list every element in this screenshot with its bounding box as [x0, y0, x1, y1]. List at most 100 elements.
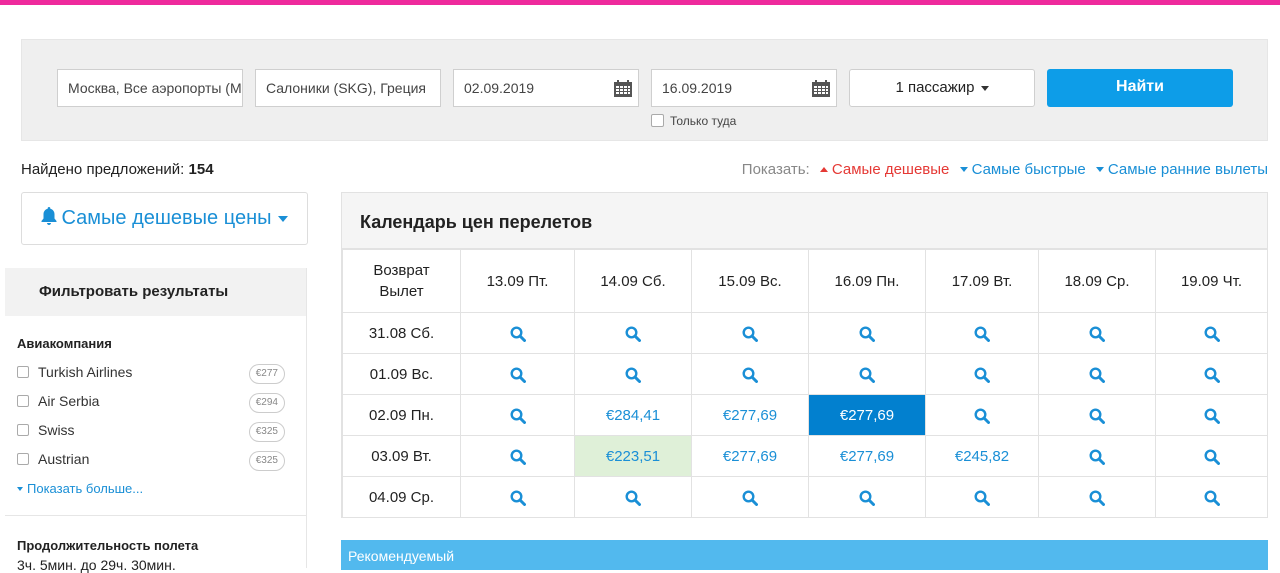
calendar-price-cell[interactable]: €223,51	[574, 435, 692, 477]
sort-earliest-link[interactable]: Самые ранние вылеты	[1108, 161, 1268, 178]
calendar-search-cell[interactable]	[925, 476, 1039, 518]
search-icon	[1089, 490, 1105, 506]
calendar-search-cell[interactable]	[1155, 476, 1268, 518]
search-icon	[742, 367, 758, 383]
calendar-search-cell[interactable]	[808, 312, 926, 354]
calendar-search-cell[interactable]	[925, 353, 1039, 395]
calendar-icon[interactable]	[812, 80, 830, 97]
calendar-price-cell[interactable]: €277,69	[808, 394, 926, 436]
calendar-search-cell[interactable]	[808, 476, 926, 518]
sort-down-icon	[1095, 167, 1104, 172]
airline-filter-item[interactable]: Turkish Airlines €277	[17, 364, 287, 386]
sort-bar: Показать: Самые дешевые Самые быстрые Са…	[742, 161, 1268, 178]
airline-price-badge: €325	[248, 422, 285, 442]
brand-top-bar	[0, 0, 1280, 5]
corner-return-label: Возврат	[373, 262, 430, 279]
calendar-row: 31.08 Сб.	[342, 312, 1268, 354]
calendar-price-cell[interactable]: €277,69	[808, 435, 926, 477]
duration-range-value: 3ч. 5мин. до 29ч. 30мин.	[17, 557, 176, 573]
calendar-search-cell[interactable]	[460, 312, 575, 354]
search-icon	[974, 408, 990, 424]
checkbox-box[interactable]	[651, 114, 664, 127]
checkbox-box[interactable]	[17, 366, 29, 378]
calendar-search-cell[interactable]	[574, 312, 692, 354]
airline-filter-item[interactable]: Air Serbia €294	[17, 393, 287, 415]
destination-input[interactable]: Салоники (SKG), Греция	[255, 69, 441, 107]
airline-name: Air Serbia	[38, 393, 100, 409]
calendar-search-cell[interactable]	[1038, 394, 1156, 436]
sort-fastest-link[interactable]: Самые быстрые	[972, 161, 1086, 178]
checkbox-box[interactable]	[17, 424, 29, 436]
search-icon	[509, 449, 526, 465]
chevron-down-icon	[277, 215, 288, 222]
show-more-label: Показать больше...	[27, 481, 144, 496]
origin-input[interactable]: Москва, Все аэропорты (М	[57, 69, 243, 107]
calendar-search-cell[interactable]	[574, 476, 692, 518]
calendar-price-cell[interactable]: €277,69	[691, 435, 809, 477]
divider	[5, 515, 307, 516]
calendar-search-cell[interactable]	[1155, 353, 1268, 395]
calendar-search-cell[interactable]	[1155, 312, 1268, 354]
depart-date-header: 31.08 Сб.	[342, 312, 461, 354]
calendar-price-cell[interactable]: €277,69	[691, 394, 809, 436]
return-date-header: 13.09 Пт.	[460, 249, 575, 313]
calendar-search-cell[interactable]	[691, 312, 809, 354]
search-icon	[859, 490, 875, 506]
checkbox-box[interactable]	[17, 395, 29, 407]
airline-filter-item[interactable]: Swiss €325	[17, 422, 287, 444]
sort-label: Показать:	[741, 161, 810, 178]
return-date-header: 17.09 Вт.	[925, 249, 1039, 313]
calendar-search-cell[interactable]	[1155, 394, 1268, 436]
calendar-search-cell[interactable]	[808, 353, 926, 395]
calendar-search-cell[interactable]	[1038, 353, 1156, 395]
search-icon	[974, 490, 990, 506]
return-date-header: 18.09 Ср.	[1038, 249, 1156, 313]
calendar-search-cell[interactable]	[460, 394, 575, 436]
sort-down-icon	[959, 167, 968, 172]
depart-date-header: 02.09 Пн.	[342, 394, 461, 436]
search-panel: Москва, Все аэропорты (М Салоники (SKG),…	[21, 39, 1268, 141]
oneway-checkbox[interactable]: Только туда	[651, 114, 736, 128]
find-button[interactable]: Найти	[1047, 69, 1233, 107]
calendar-header-row: Возврат Вылет 13.09 Пт. 14.09 Сб. 15.09 Вс. 1…	[342, 249, 1268, 313]
calendar-search-cell[interactable]	[925, 312, 1039, 354]
calendar-search-cell[interactable]	[460, 353, 575, 395]
return-date-input[interactable]: 16.09.2019	[651, 69, 837, 107]
recommended-section-header: Рекомендуемый	[341, 540, 1268, 570]
calendar-price-cell[interactable]: €284,41	[574, 394, 692, 436]
filter-title: Фильтровать результаты	[5, 268, 306, 316]
depart-date-header: 01.09 Вс.	[342, 353, 461, 395]
show-more-link[interactable]: Показать больше...	[17, 481, 143, 496]
depart-date-input[interactable]: 02.09.2019	[453, 69, 639, 107]
search-icon	[1089, 449, 1105, 465]
calendar-search-cell[interactable]	[574, 353, 692, 395]
oneway-label: Только туда	[670, 114, 737, 128]
calendar-search-cell[interactable]	[925, 394, 1039, 436]
bell-icon	[41, 207, 57, 225]
search-icon	[1089, 367, 1105, 383]
calendar-price-cell[interactable]: €245,82	[925, 435, 1039, 477]
calendar-search-cell[interactable]	[460, 435, 575, 477]
airline-name: Swiss	[38, 422, 75, 438]
airline-filter-item[interactable]: Austrian €325	[17, 451, 287, 473]
calendar-search-cell[interactable]	[1038, 435, 1156, 477]
airline-name: Turkish Airlines	[38, 364, 133, 380]
calendar-corner: Возврат Вылет	[342, 249, 461, 313]
calendar-search-cell[interactable]	[1038, 312, 1156, 354]
results-count: Найдено предложений: 154	[21, 161, 214, 178]
calendar-search-cell[interactable]	[1155, 435, 1268, 477]
calendar-search-cell[interactable]	[460, 476, 575, 518]
calendar-search-cell[interactable]	[691, 353, 809, 395]
checkbox-box[interactable]	[17, 453, 29, 465]
results-count-label: Найдено предложений:	[21, 161, 185, 178]
search-icon	[509, 408, 526, 424]
return-date-header: 15.09 Вс.	[691, 249, 809, 313]
calendar-row: 01.09 Вс.	[342, 353, 1268, 395]
sort-cheapest-link[interactable]: Самые дешевые	[832, 161, 950, 178]
calendar-search-cell[interactable]	[691, 476, 809, 518]
passengers-dropdown[interactable]: 1 пассажир	[849, 69, 1035, 107]
calendar-search-cell[interactable]	[1038, 476, 1156, 518]
cheapest-prices-button[interactable]: Самые дешевые цены	[21, 192, 308, 245]
calendar-row: 04.09 Ср.	[342, 476, 1268, 518]
calendar-icon[interactable]	[614, 80, 632, 97]
